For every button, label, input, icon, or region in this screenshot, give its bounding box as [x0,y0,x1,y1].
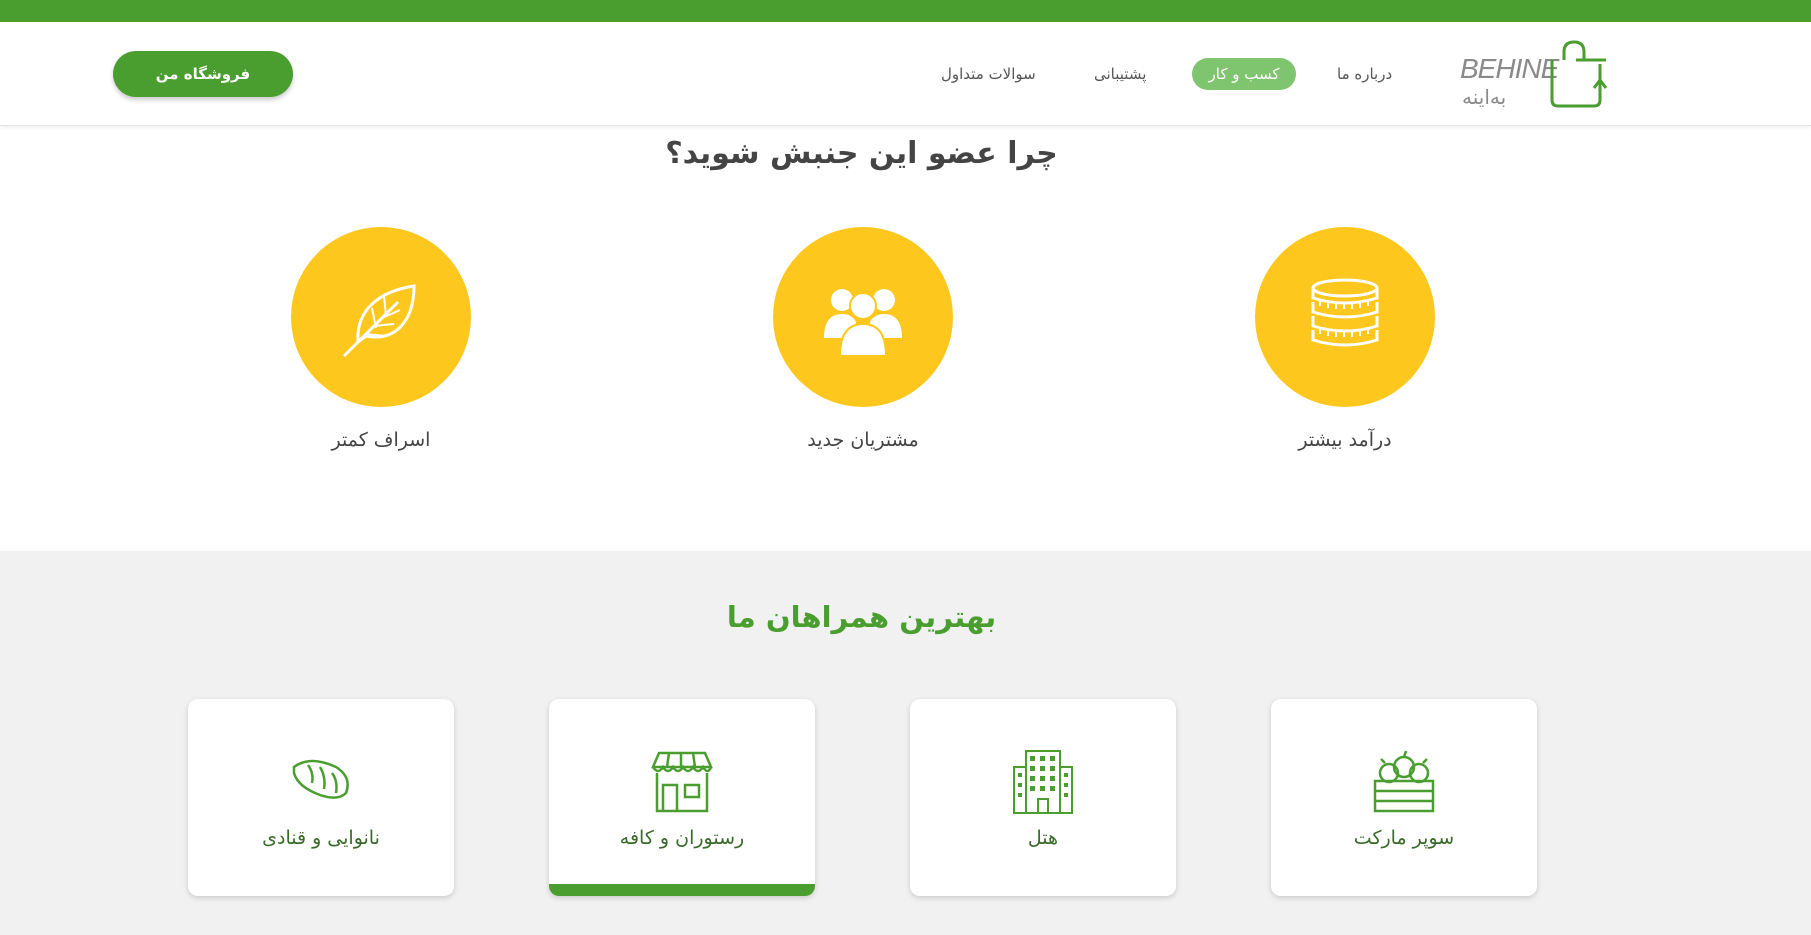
logo-graphic: BEHINE به‌اینه [1460,40,1608,109]
feature-label: اسراف کمتر [331,429,431,451]
top-accent-bar [0,0,1811,22]
feature-new-customers: مشتریان جدید [773,227,953,451]
feature-more-income: درآمد بیشتر [1255,227,1435,451]
why-join-title: چرا عضو این جنبش شوید؟ [665,136,1058,171]
bread-icon [292,759,349,799]
coins-icon [1311,278,1379,347]
partners-title: بهترین همراهان ما [726,600,997,634]
hotel-building-icon [1013,750,1073,814]
nav-business[interactable]: کسب و کار [1192,58,1296,90]
partner-card-bakery[interactable]: نانوایی و قنادی [188,699,454,896]
feature-label: مشتریان جدید [807,429,919,451]
nav-support[interactable]: پشتیبانی [1094,58,1146,90]
feature-circle [773,227,953,407]
logo-latin-text: BEHINE [1460,53,1560,84]
partner-card-supermarket[interactable]: سوپر مارکت [1271,699,1537,896]
card-label: رستوران و کافه [619,827,745,849]
users-icon [824,289,902,357]
site-header: فروشگاه من سوالات متداول پشتیبانی کسب و … [0,22,1811,126]
card-label: نانوایی و قنادی [262,827,380,849]
feature-circle [1255,227,1435,407]
store-icon [651,751,713,813]
leaf-icon [342,284,416,358]
partner-card-restaurant[interactable]: رستوران و کافه [549,699,815,896]
logo-persian-text: به‌اینه [1462,85,1506,109]
active-card-indicator [549,884,815,896]
feature-less-waste: اسراف کمتر [291,227,471,451]
feature-circle [291,227,471,407]
feature-label: درآمد بیشتر [1298,429,1392,451]
partner-card-hotel[interactable]: هتل [910,699,1176,896]
my-shop-button[interactable]: فروشگاه من [113,51,293,97]
nav-about[interactable]: درباره ما [1337,58,1392,90]
nav-faq[interactable]: سوالات متداول [941,58,1036,90]
behine-logo[interactable]: BEHINE به‌اینه [1456,40,1611,110]
card-label: سوپر مارکت [1353,827,1455,849]
card-label: هتل [1027,827,1059,849]
fruit-crate-icon [1373,750,1435,813]
